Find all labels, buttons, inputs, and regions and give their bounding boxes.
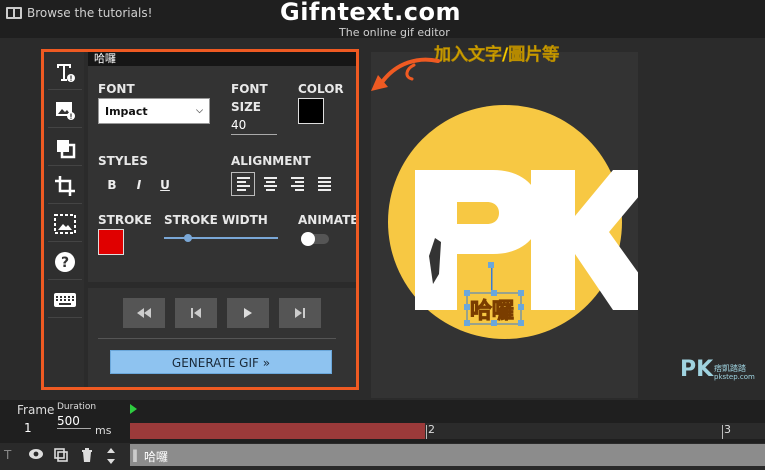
duration-unit: ms [95, 424, 112, 437]
preview-text-layer[interactable]: 哈囉 [469, 293, 514, 325]
watermark-logo: PK [680, 357, 714, 382]
highlight-frame [41, 49, 359, 390]
trash-icon[interactable] [81, 448, 93, 465]
drag-handle-icon[interactable]: ‖ [132, 448, 138, 462]
top-bar: Browse the tutorials! Gifntext.com The o… [0, 0, 765, 39]
tick-label-2: 2 [428, 423, 435, 436]
browse-tutorials-label: Browse the tutorials! [27, 6, 153, 20]
reorder-icon[interactable] [106, 448, 116, 467]
text-layer-icon: T [4, 448, 12, 462]
frame-track[interactable]: 2 3 [130, 423, 765, 439]
brand-tagline: The online gif editor [339, 26, 450, 39]
preview-image [388, 105, 665, 339]
watermark-url: pkstep.com [714, 373, 755, 381]
duration-label: Duration [57, 402, 97, 412]
tick-3 [722, 425, 723, 439]
tick-label-3: 3 [724, 423, 731, 436]
tick-2 [426, 425, 427, 439]
duplicate-icon[interactable] [54, 448, 68, 465]
frame-segment[interactable] [130, 423, 425, 439]
playhead-marker[interactable] [130, 404, 137, 414]
brand-title: Gifntext.com [280, 0, 461, 26]
browse-tutorials-link[interactable]: Browse the tutorials! [6, 6, 152, 20]
eye-icon[interactable] [28, 448, 44, 463]
layer-bar[interactable] [130, 444, 765, 466]
duration-input[interactable]: 500 [57, 414, 91, 429]
frame-label: Frame [17, 403, 55, 417]
frame-number: 1 [24, 421, 32, 435]
book-icon [6, 7, 22, 19]
layer-bar-label: 哈囉 [144, 450, 169, 464]
annotation-arrow-icon [371, 57, 440, 91]
annotation-label: 加入文字/圖片等 [434, 45, 560, 65]
preview-canvas: 哈囉 [371, 52, 665, 398]
